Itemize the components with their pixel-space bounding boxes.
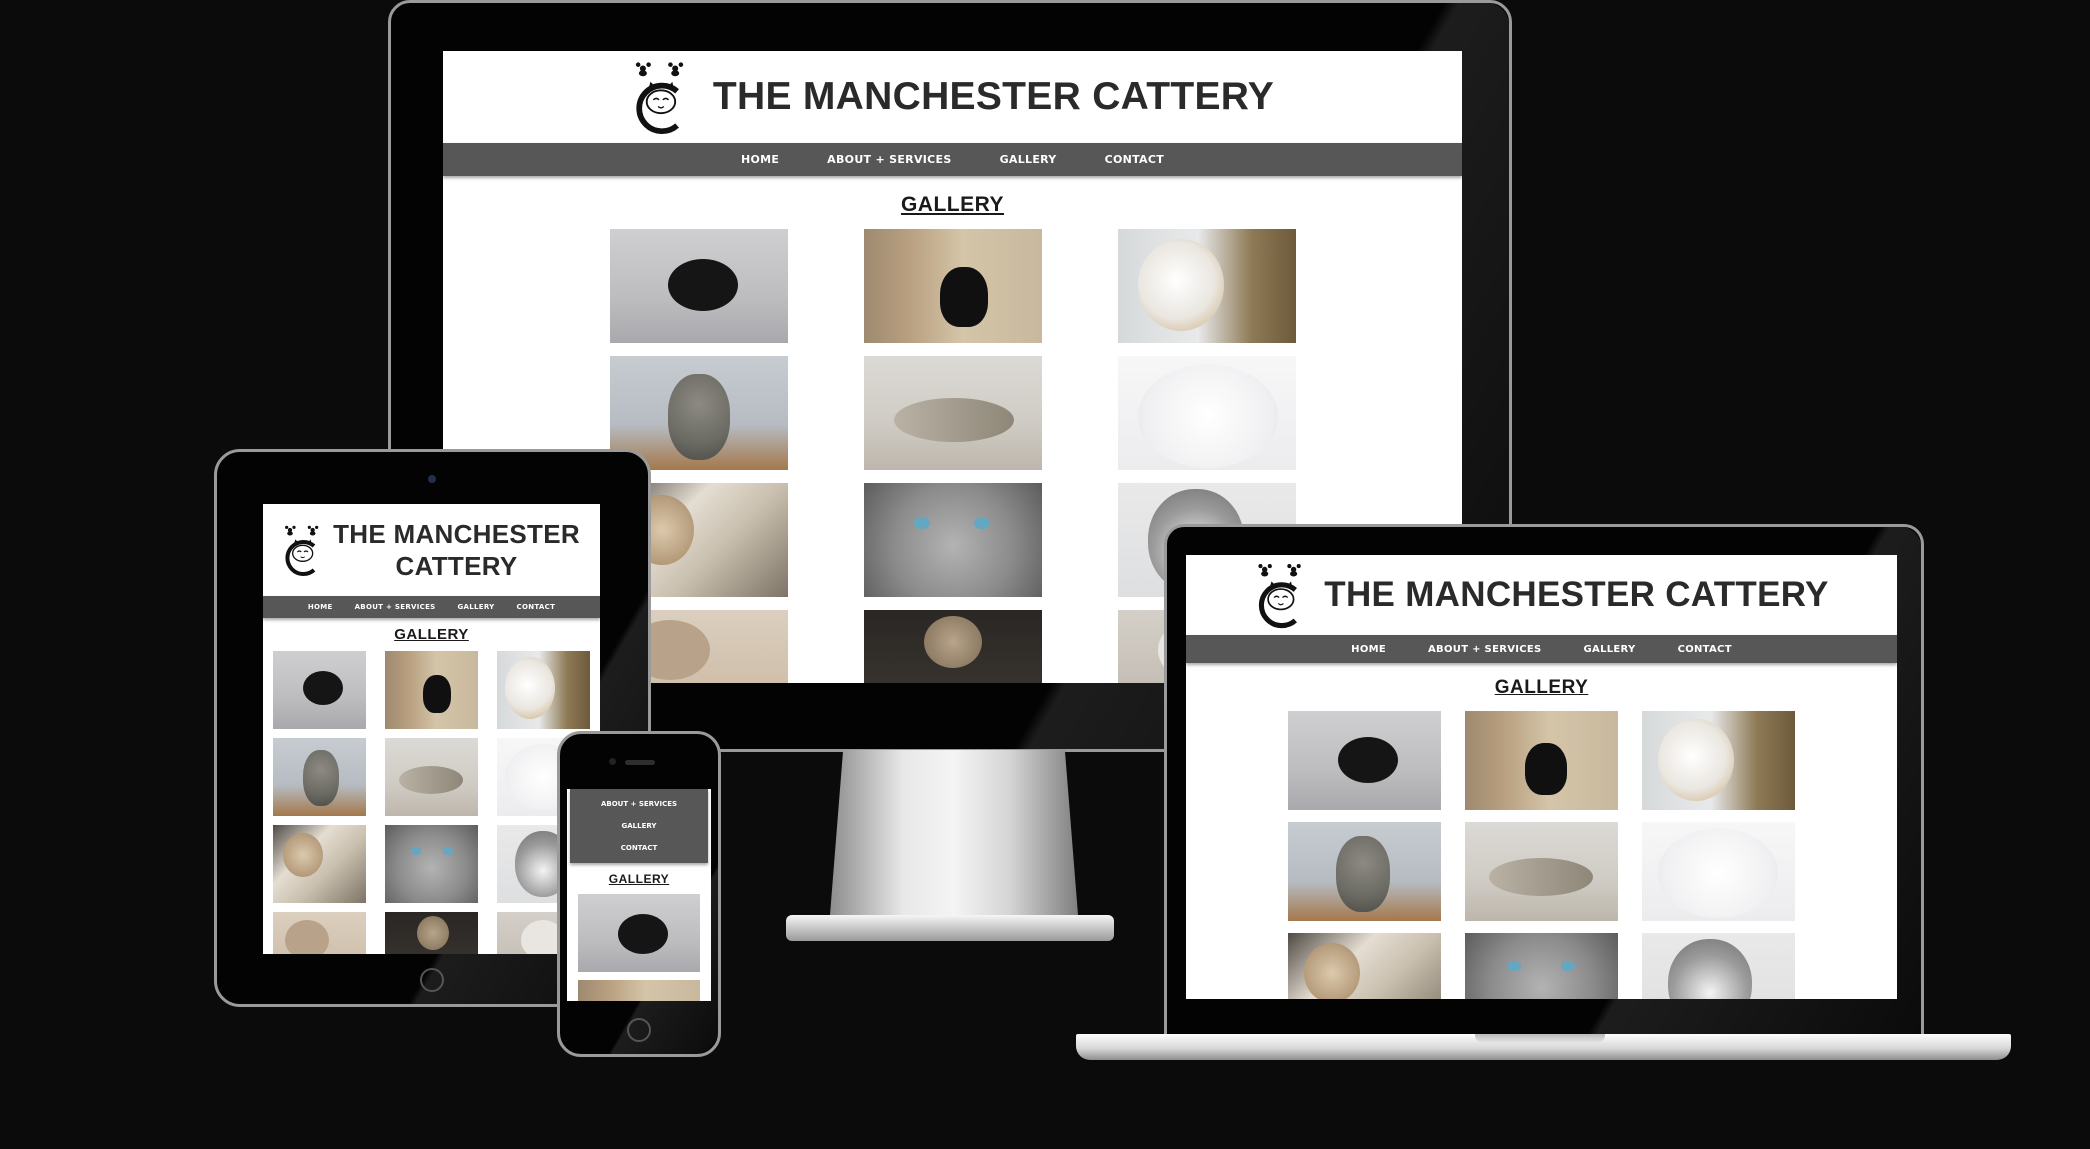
gallery-grid: [1186, 711, 1897, 999]
main-nav: HOME ABOUT + SERVICES GALLERY CONTACT: [1186, 635, 1897, 663]
phone-home-button[interactable]: [627, 1018, 651, 1042]
tablet-home-button[interactable]: [420, 968, 444, 992]
black-cat-scratching-post-photo[interactable]: [1465, 711, 1618, 810]
nav-home-link[interactable]: HOME: [1351, 644, 1386, 655]
lounging-tabby-cat-photo[interactable]: [1465, 822, 1618, 921]
cream-cat-photo[interactable]: [273, 912, 366, 954]
calico-cat-photo[interactable]: [1117, 229, 1296, 343]
black-long-hair-cat-photo[interactable]: [1288, 711, 1441, 810]
grey-white-cat-photo[interactable]: [1642, 933, 1795, 999]
nav-about-services-link[interactable]: ABOUT + SERVICES: [827, 153, 951, 166]
grey-cat-blue-eyes-photo[interactable]: [385, 825, 478, 903]
phone-camera: [609, 758, 616, 765]
site-header: THE MANCHESTER CATTERY: [263, 504, 600, 596]
gallery-grid: [263, 651, 600, 954]
desktop-monitor-foot: [786, 915, 1114, 941]
nav-contact-link[interactable]: CONTACT: [1105, 153, 1164, 166]
white-sleeping-cat-photo[interactable]: [1642, 822, 1795, 921]
nav-home-link[interactable]: HOME: [741, 153, 779, 166]
black-long-hair-cat-photo[interactable]: [578, 894, 700, 972]
kitten-sunlight-photo[interactable]: [273, 825, 366, 903]
nav-gallery-link[interactable]: GALLERY: [570, 815, 708, 837]
main-nav: HOME ABOUT + SERVICES GALLERY CONTACT: [263, 596, 600, 618]
site-title: THE MANCHESTER CATTERY: [1324, 575, 1829, 614]
cats-on-blanket-photo[interactable]: [385, 912, 478, 954]
calico-cat-photo[interactable]: [1642, 711, 1795, 810]
gallery-heading: GALLERY: [394, 626, 469, 643]
grey-cat-blue-eyes-photo[interactable]: [863, 483, 1042, 597]
nav-contact-link[interactable]: CONTACT: [1678, 644, 1732, 655]
mobile-nav-menu: ABOUT + SERVICES GALLERY CONTACT: [570, 789, 708, 863]
black-cat-scratching-post-photo[interactable]: [863, 229, 1042, 343]
site-title: THE MANCHESTER CATTERY: [712, 75, 1275, 118]
cat-paw-logo-icon[interactable]: [1254, 561, 1306, 629]
lounging-tabby-cat-photo[interactable]: [385, 738, 478, 816]
nav-contact-link[interactable]: CONTACT: [570, 837, 708, 859]
grey-cat-blue-eyes-photo[interactable]: [1465, 933, 1618, 999]
nav-gallery-link[interactable]: GALLERY: [1000, 153, 1057, 166]
site-title: THE MANCHESTER CATTERY: [333, 519, 580, 581]
laptop-notch: [1475, 1034, 1605, 1043]
nav-about-services-link[interactable]: ABOUT + SERVICES: [355, 603, 436, 611]
tablet-screen: THE MANCHESTER CATTERY HOME ABOUT + SERV…: [263, 504, 600, 954]
nav-about-services-link[interactable]: ABOUT + SERVICES: [570, 793, 708, 815]
nav-gallery-link[interactable]: GALLERY: [1584, 644, 1636, 655]
phone-screen: ABOUT + SERVICES GALLERY CONTACT GALLERY: [567, 789, 711, 1001]
cat-paw-logo-icon[interactable]: [631, 59, 689, 135]
site-header: THE MANCHESTER CATTERY: [1186, 555, 1897, 635]
black-cat-scratching-post-photo[interactable]: [385, 651, 478, 729]
cats-on-blanket-photo[interactable]: [863, 610, 1042, 683]
site-header: THE MANCHESTER CATTERY: [443, 51, 1462, 143]
desktop-monitor-stand: [828, 750, 1080, 940]
laptop-screen: THE MANCHESTER CATTERY HOME ABOUT + SERV…: [1186, 555, 1897, 999]
kitten-sunlight-photo[interactable]: [1288, 933, 1441, 999]
cat-paw-logo-icon[interactable]: [282, 523, 322, 577]
nav-contact-link[interactable]: CONTACT: [517, 603, 556, 611]
tabby-cat-basket-photo[interactable]: [1288, 822, 1441, 921]
nav-home-link[interactable]: HOME: [308, 603, 333, 611]
phone-speaker: [625, 760, 655, 765]
black-cat-scratching-post-photo[interactable]: [578, 980, 700, 1001]
black-long-hair-cat-photo[interactable]: [609, 229, 788, 343]
white-sleeping-cat-photo[interactable]: [1117, 356, 1296, 470]
lounging-tabby-cat-photo[interactable]: [863, 356, 1042, 470]
tabby-cat-basket-photo[interactable]: [273, 738, 366, 816]
gallery-heading: GALLERY: [608, 872, 670, 886]
gallery-heading: GALLERY: [1494, 677, 1589, 698]
gallery-grid: [567, 894, 711, 1001]
gallery-heading: GALLERY: [900, 193, 1005, 216]
nav-gallery-link[interactable]: GALLERY: [458, 603, 495, 611]
tablet-camera: [428, 475, 436, 483]
main-nav: HOME ABOUT + SERVICES GALLERY CONTACT: [443, 143, 1462, 176]
calico-cat-photo[interactable]: [497, 651, 590, 729]
black-long-hair-cat-photo[interactable]: [273, 651, 366, 729]
nav-about-services-link[interactable]: ABOUT + SERVICES: [1428, 644, 1542, 655]
